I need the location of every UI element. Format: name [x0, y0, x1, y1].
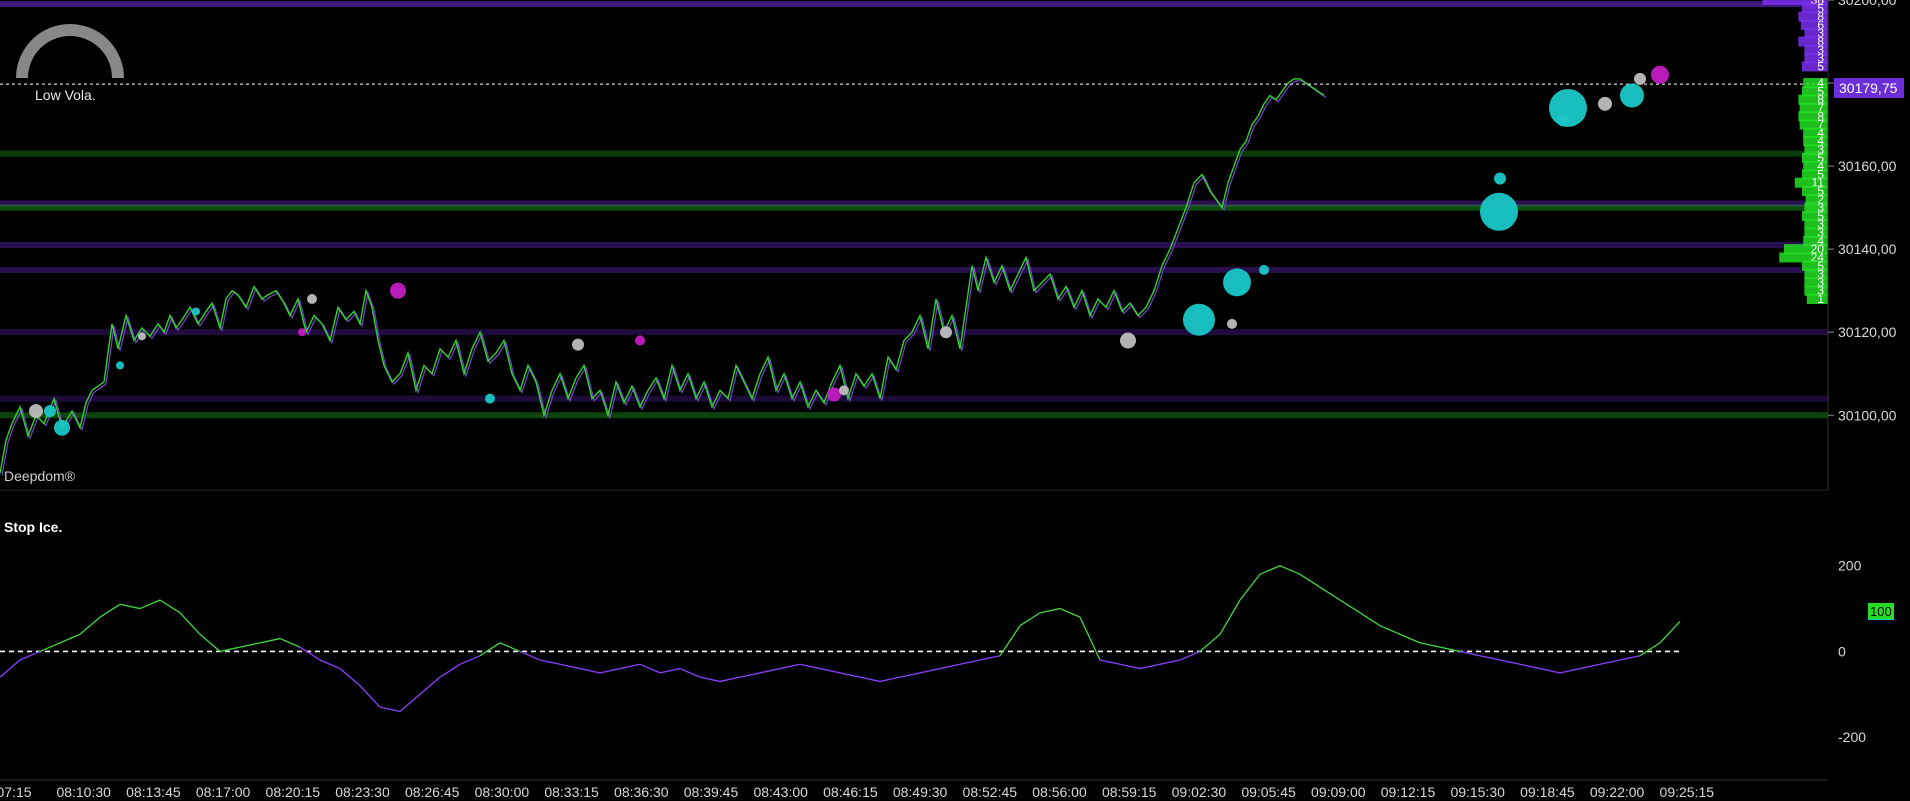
liquidity-band [0, 150, 1828, 157]
x-tick-label: 08:43:00 [753, 784, 808, 800]
liquidity-band [0, 242, 1828, 248]
trade-bubble [298, 328, 306, 337]
profile-label: 5 [1817, 59, 1824, 73]
trade-bubble [390, 282, 406, 299]
trade-bubble [1634, 72, 1646, 85]
trade-bubble [1480, 192, 1518, 231]
brand-label: Deepdom® [4, 468, 76, 484]
subpanel-title: Stop Ice. [4, 519, 62, 535]
x-tick-label: 09:12:15 [1381, 784, 1436, 800]
x-tick-label: 08:23:30 [335, 784, 390, 800]
y-tick-label: 30160,00 [1838, 158, 1897, 174]
trade-bubble [827, 387, 841, 402]
x-tick-label: 08:10:30 [56, 784, 111, 800]
osc-tick-label: -200 [1838, 729, 1866, 745]
y-tick-label: 30200,00 [1838, 0, 1897, 8]
volatility-label: Low Vola. [35, 87, 96, 103]
oscillator-badges: 70 100 [1868, 603, 1894, 620]
x-tick-label: 09:25:15 [1660, 784, 1715, 800]
liquidity-band [0, 204, 1828, 211]
x-tick-label: 09:02:30 [1172, 784, 1227, 800]
x-tick-label: 09:22:00 [1590, 784, 1645, 800]
x-tick-label: 08:39:45 [684, 784, 739, 800]
trade-bubble [29, 404, 43, 419]
x-tick-label: 08:46:15 [823, 784, 878, 800]
x-tick-label: 09:15:30 [1450, 784, 1505, 800]
trade-bubble [138, 332, 146, 341]
trade-bubble [192, 307, 200, 316]
trade-bubble [307, 293, 317, 304]
trade-bubble [1120, 332, 1136, 349]
trade-bubble [1259, 264, 1269, 275]
profile-label: 1 [1817, 292, 1824, 306]
trade-bubble [1549, 88, 1587, 127]
trade-bubble [1620, 83, 1644, 108]
x-tick-label: 08:33:15 [544, 784, 599, 800]
x-tick-label: 09:18:45 [1520, 784, 1575, 800]
trade-bubble [1494, 172, 1506, 185]
osc-tick-label: 0 [1838, 643, 1846, 659]
trade-bubble [44, 405, 56, 418]
trade-bubble [572, 338, 584, 351]
liquidity-band [0, 266, 1828, 273]
price-badge-text: 30179,75 [1839, 80, 1898, 96]
x-tick-label: 08:20:15 [266, 784, 321, 800]
trade-bubble [116, 361, 124, 370]
x-tick-label: 08:56:00 [1032, 784, 1087, 800]
x-tick-label: 08:26:45 [405, 784, 460, 800]
trade-bubble [1183, 303, 1215, 336]
trade-bubble [1223, 268, 1251, 297]
profile-bar [1802, 61, 1828, 72]
liquidity-band [0, 412, 1828, 419]
x-tick-label: 08:30:00 [475, 784, 530, 800]
x-tick-label: 08:17:00 [196, 784, 251, 800]
deepdom-chart[interactable]: 3858638335458787443545115235334202453331… [0, 0, 1910, 801]
green-badge-text: 100 [1870, 604, 1892, 619]
y-tick-label: 30120,00 [1838, 324, 1897, 340]
y-tick-label: 30140,00 [1838, 241, 1897, 257]
x-tick-label: 09:05:45 [1241, 784, 1296, 800]
x-tick-label: 08:52:45 [963, 784, 1018, 800]
trade-bubble [635, 335, 645, 346]
trade-bubble [1651, 65, 1669, 84]
trade-bubble [54, 419, 70, 436]
trade-bubble [940, 326, 952, 339]
x-tick-label: 07:15 [0, 784, 32, 800]
x-tick-label: 08:36:30 [614, 784, 669, 800]
x-tick-label: 08:49:30 [893, 784, 948, 800]
trade-bubble [485, 393, 495, 404]
x-tick-label: 08:59:15 [1102, 784, 1157, 800]
trade-bubble [1598, 96, 1612, 111]
osc-tick-label: 200 [1838, 558, 1862, 574]
liquidity-band [0, 1, 1828, 8]
y-tick-label: 30100,00 [1838, 407, 1897, 423]
trade-bubble [839, 385, 849, 396]
x-tick-label: 09:09:00 [1311, 784, 1366, 800]
liquidity-band [0, 395, 1828, 402]
x-tick-label: 08:13:45 [126, 784, 181, 800]
current-price-badge[interactable]: 30179,75 [1834, 78, 1904, 98]
trade-bubble [1227, 318, 1237, 329]
